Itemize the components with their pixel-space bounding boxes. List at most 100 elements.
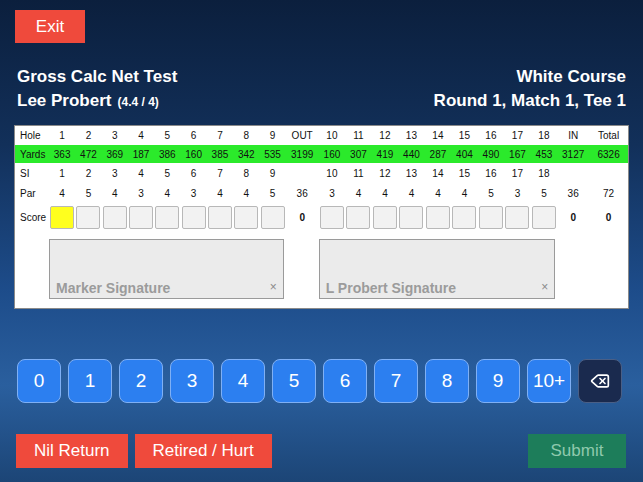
in-score: 0 (557, 212, 589, 223)
score-box[interactable] (505, 206, 529, 229)
score-box[interactable] (426, 206, 450, 229)
card-cell: 167 (504, 149, 531, 160)
card-cell: 15 (451, 130, 478, 141)
row-label: Hole (15, 130, 49, 141)
card-cell: 4 (425, 188, 452, 199)
score-box[interactable] (373, 206, 397, 229)
scorecard: Hole123456789OUT101112131415161718INTota… (14, 125, 629, 309)
card-cell: 1 (49, 168, 75, 179)
card-cell: 17 (504, 168, 531, 179)
action-button[interactable]: Retired / Hurt (135, 434, 272, 468)
hole-row: Hole123456789OUT101112131415161718INTota… (15, 126, 628, 144)
card-cell: 4 (154, 188, 180, 199)
card-cell: 3 (128, 188, 154, 199)
card-cell: 5 (259, 188, 285, 199)
backspace-icon (590, 371, 610, 391)
card-cell: 13 (398, 130, 425, 141)
score-box[interactable] (532, 206, 556, 229)
card-cell: 11 (345, 130, 372, 141)
in-cell: 36 (557, 188, 589, 199)
card-cell: 490 (478, 149, 505, 160)
card-cell: 453 (531, 149, 558, 160)
card-cell: 3 (504, 188, 531, 199)
card-cell: 7 (207, 168, 233, 179)
card-cell: 16 (478, 130, 505, 141)
score-box[interactable] (50, 206, 74, 229)
clear-signature-button[interactable]: × (270, 280, 277, 294)
card-cell: 9 (259, 130, 285, 141)
score-box[interactable] (129, 206, 153, 229)
card-cell: 6 (180, 168, 206, 179)
exit-button[interactable]: Exit (15, 10, 85, 43)
card-cell: 4 (233, 188, 259, 199)
total-score: 0 (589, 212, 628, 223)
total-cell: 6326 (589, 149, 628, 160)
score-box[interactable] (346, 206, 370, 229)
card-cell: 4 (451, 188, 478, 199)
score-box[interactable] (76, 206, 100, 229)
key-button[interactable]: 1 (68, 359, 112, 403)
card-cell: 4 (128, 130, 154, 141)
signature-placeholder: L Probert Signature (326, 280, 456, 296)
backspace-button[interactable] (578, 359, 622, 403)
round-info: Round 1, Match 1, Tee 1 (434, 89, 626, 113)
out-score: 0 (286, 212, 319, 223)
key-button[interactable]: 8 (425, 359, 469, 403)
score-box[interactable] (261, 206, 285, 229)
score-box[interactable] (182, 206, 206, 229)
score-box[interactable] (399, 206, 423, 229)
card-cell: 4 (207, 188, 233, 199)
key-button[interactable]: 9 (476, 359, 520, 403)
card-cell: 363 (49, 149, 75, 160)
clear-signature-button[interactable]: × (541, 280, 548, 294)
card-cell: 3 (319, 188, 346, 199)
card-cell: 8 (233, 168, 259, 179)
score-box[interactable] (208, 206, 232, 229)
card-cell: 5 (154, 130, 180, 141)
key-button[interactable]: 4 (221, 359, 265, 403)
key-button[interactable]: 3 (170, 359, 214, 403)
si-row: SI123456789101112131415161718 (15, 164, 628, 183)
card-cell: 12 (372, 168, 399, 179)
card-cell: 16 (478, 168, 505, 179)
key-button[interactable]: 5 (272, 359, 316, 403)
card-cell: 2 (75, 168, 101, 179)
out-cell: OUT (286, 130, 319, 141)
card-cell: 419 (372, 149, 399, 160)
yards-row: Yards36347236918738616038534253531991603… (15, 145, 628, 163)
card-cell: 287 (425, 149, 452, 160)
out-cell: 3199 (286, 149, 319, 160)
course-name: White Course (516, 65, 626, 89)
score-box[interactable] (234, 206, 258, 229)
card-cell: 9 (259, 168, 285, 179)
key-button[interactable]: 10+ (527, 359, 571, 403)
key-button[interactable]: 7 (374, 359, 418, 403)
card-cell: 6 (180, 130, 206, 141)
score-box[interactable] (103, 206, 127, 229)
card-cell: 4 (102, 188, 128, 199)
action-button[interactable]: Nil Return (16, 434, 128, 468)
card-cell: 3 (180, 188, 206, 199)
card-cell: 2 (75, 130, 101, 141)
row-label: SI (15, 168, 49, 179)
total-cell: Total (589, 130, 628, 141)
score-box[interactable] (452, 206, 476, 229)
card-cell: 3 (102, 130, 128, 141)
keypad: 012345678910+ (14, 359, 629, 403)
score-box[interactable] (155, 206, 179, 229)
header: Gross Calc Net TestLee Probert(4.4 / 4)W… (14, 65, 629, 114)
signature-box[interactable]: L Probert Signature × (319, 239, 556, 299)
key-button[interactable]: 0 (17, 359, 61, 403)
par-row: Par454343445363444445353672 (15, 184, 628, 203)
score-box[interactable] (320, 206, 344, 229)
in-cell: IN (557, 130, 589, 141)
card-cell: 17 (504, 130, 531, 141)
key-button[interactable]: 2 (119, 359, 163, 403)
submit-button[interactable]: Submit (528, 434, 626, 468)
card-cell: 14 (425, 168, 452, 179)
card-cell: 5 (154, 168, 180, 179)
score-box[interactable] (479, 206, 503, 229)
signature-box[interactable]: Marker Signature× (49, 239, 284, 299)
card-cell: 1 (49, 130, 75, 141)
key-button[interactable]: 6 (323, 359, 367, 403)
